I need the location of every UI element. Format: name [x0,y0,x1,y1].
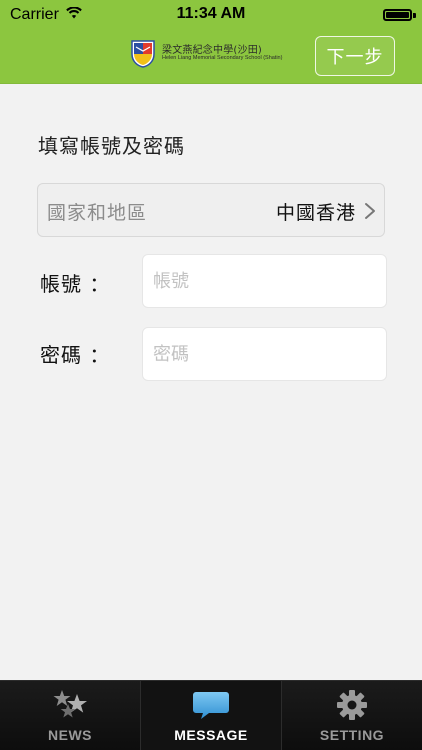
status-bar: Carrier 11:34 AM [0,0,422,30]
password-label: 密碼 ： [40,343,111,367]
tab-setting[interactable]: SETTING [282,681,422,750]
tab-setting-label: SETTING [319,727,385,743]
tab-news[interactable]: NEWS [0,681,141,750]
account-input[interactable] [142,254,387,308]
tab-message-label: MESSAGE [174,727,248,743]
gear-icon [337,690,367,720]
tab-message[interactable]: MESSAGE [141,681,282,750]
message-icon [193,692,229,719]
form-title: 填寫帳號及密碼 [38,134,185,158]
chevron-right-icon [365,203,375,219]
news-icon [53,690,87,718]
school-crest-logo [131,40,155,68]
region-value: 中國香港 [275,202,356,224]
password-input[interactable] [142,327,387,381]
status-time: 11:34 AM [176,5,246,22]
school-brand: 梁文燕紀念中學(沙田) Helen Liang Memorial Seconda… [130,37,290,71]
next-step-button[interactable]: 下一步 [315,36,395,76]
top-header: Carrier 11:34 AM 梁文燕紀念中學(沙田) Helen Liang… [0,0,422,84]
login-form-area: 填寫帳號及密碼 國家和地區 中國香港 帳號 ： 密碼 ： [0,84,422,680]
battery-tip [413,13,416,18]
school-name-en: Helen Liang Memorial Secondary School (S… [162,55,283,61]
region-label: 國家和地區 [47,202,148,224]
region-selector[interactable]: 國家和地區 中國香港 [37,183,385,237]
battery-fill [386,12,409,18]
tab-news-label: NEWS [48,727,92,743]
battery-icon [383,9,412,21]
school-name-zh: 梁文燕紀念中學(沙田) [162,45,263,56]
account-label: 帳號 ： [40,272,111,296]
tab-bar: NEWS MESSAGE SETTING [0,680,422,750]
